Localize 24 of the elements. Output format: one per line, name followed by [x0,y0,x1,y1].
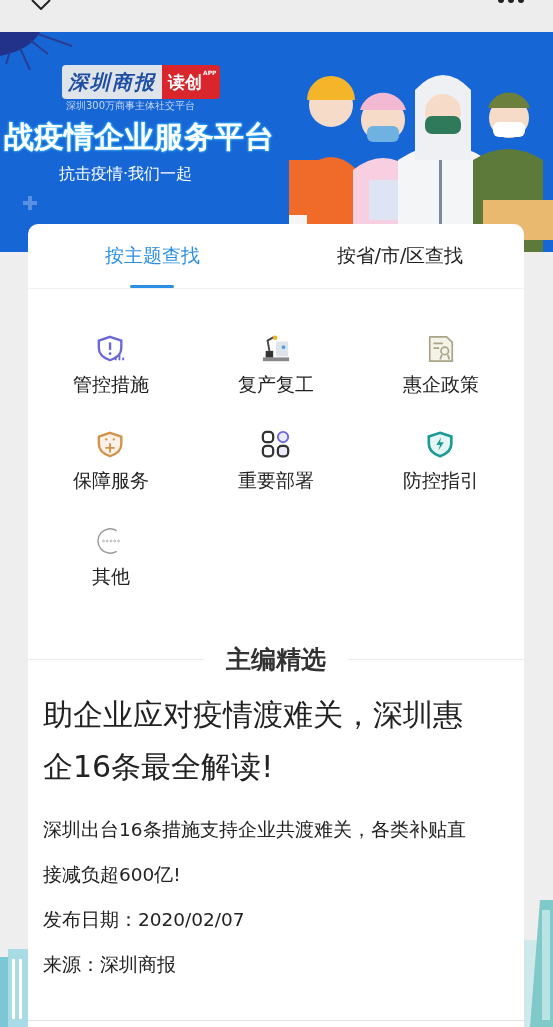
section-title: 主编精选 [226,643,326,676]
banner-subtitle: 抗击疫情·我们一起 [59,164,193,185]
logo-tagline: 深圳300万商事主体社交平台 [66,100,196,111]
more-icon[interactable] [497,0,525,4]
close-icon[interactable] [30,0,52,10]
publish-date: 发布日期：2020/02/07 [43,908,246,932]
category-item[interactable]: 保障服务 [28,430,194,491]
machine-icon [261,334,291,364]
banner-title: 战疫情企业服务平台 [4,118,274,156]
article-summary: 深圳出台16条措施支持企业共渡难关，各类补贴直接减负超600亿! [43,818,467,887]
category-item[interactable]: 管控措施 [28,334,194,395]
building-icon [524,900,553,1027]
tab[interactable]: 按省/市/区查找 [276,224,524,288]
category-item[interactable]: 防控指引 [358,430,524,491]
grid-icon [261,430,291,460]
logo: 深圳商报 读创$^{APP}$ [62,65,221,99]
category-item[interactable]: 其他 [28,526,194,587]
article-source: 来源：深圳商报 [43,953,177,977]
article-title[interactable]: 助企业应对疫情渡难关，深圳惠企16条最全解读! [43,689,475,793]
category-item[interactable]: 重要部署 [193,430,359,491]
shield-alert-icon [95,334,126,364]
category-item[interactable]: 复产复工 [193,334,359,395]
plus-icon [22,195,38,211]
category-item[interactable]: 惠企政策 [358,334,524,395]
